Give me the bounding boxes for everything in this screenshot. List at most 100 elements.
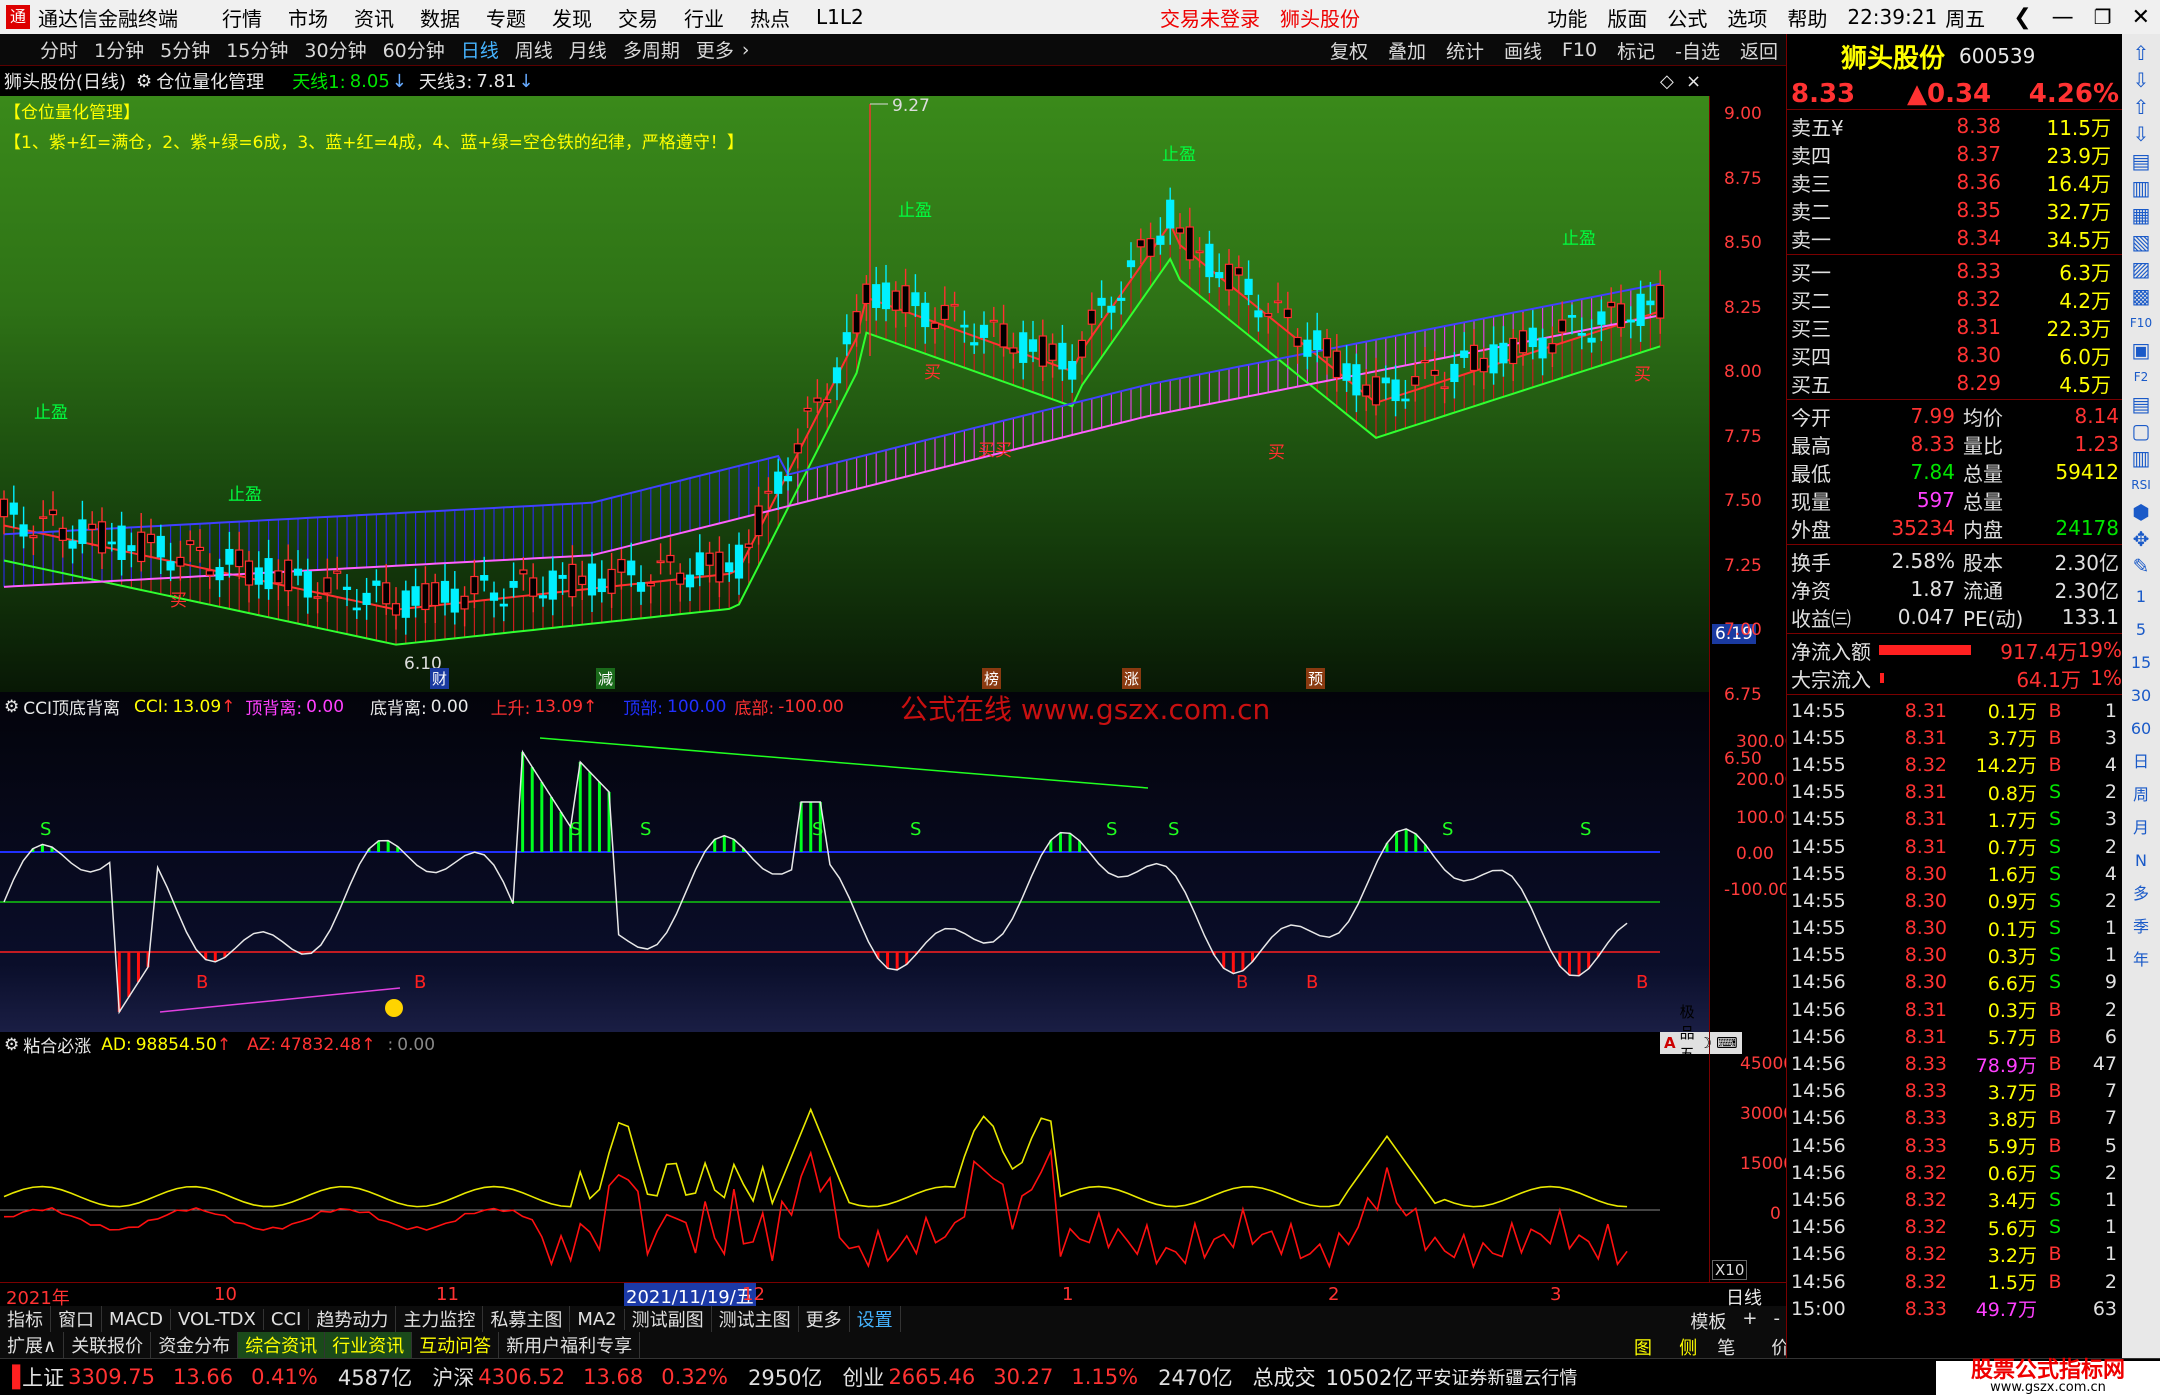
- period-shortcut[interactable]: 月: [2133, 811, 2149, 844]
- toolbar-icon[interactable]: ▨: [2132, 256, 2151, 283]
- toolbar-icon[interactable]: RSI: [2131, 472, 2151, 499]
- tick-list[interactable]: 14:55 8.31 0.1万 B 1 14:55 8.31 3.7万 B 3 14:55 8.32 1…: [1787, 695, 2122, 1322]
- event-flag[interactable]: 涨: [1122, 668, 1142, 689]
- period-shortcut[interactable]: 年: [2133, 943, 2149, 976]
- period-1min[interactable]: 1分钟: [94, 36, 144, 63]
- tool-mark[interactable]: 标记: [1617, 37, 1655, 64]
- period-shortcut[interactable]: 30: [2131, 679, 2151, 712]
- toolbar-icon[interactable]: ▥: [2132, 175, 2151, 202]
- broker-name[interactable]: 平安证券新疆云行情: [1415, 1364, 1577, 1390]
- period-shortcut[interactable]: 周: [2133, 778, 2149, 811]
- kline-chart[interactable]: 【仓位量化管理】 【1、紫+红=满仓，2、紫+绿=6成，3、蓝+红=4成，4、蓝…: [0, 96, 1762, 769]
- ad-panel[interactable]: ⚙ 粘合必涨 AD: 98854.50 ↑ AZ: 47832.48 ↑ : 0…: [0, 1003, 1794, 1290]
- indicator-tab[interactable]: 窗口: [51, 1306, 102, 1332]
- chevron-right-icon[interactable]: ›: [742, 39, 750, 61]
- period-shortcut[interactable]: 5: [2136, 613, 2146, 646]
- menu-discover[interactable]: 发现: [552, 3, 592, 32]
- period-shortcut[interactable]: 多: [2133, 877, 2149, 910]
- indicator-tab[interactable]: 设置: [850, 1306, 901, 1332]
- toolbar-icon[interactable]: ✥: [2133, 526, 2150, 553]
- cci-panel[interactable]: ⚙ CCI顶底背离 CCI: 13.09 ↑ 顶背离: 0.00 底背离: 0.…: [0, 692, 1795, 1032]
- toolbar-icon[interactable]: ▦: [2132, 202, 2151, 229]
- tick-row[interactable]: 14:55 8.31 0.1万 B 1: [1787, 697, 2122, 724]
- indicator-tab[interactable]: 测试副图: [625, 1306, 712, 1332]
- tick-row[interactable]: 14:55 8.30 0.9万 S 2: [1787, 887, 2122, 914]
- book-row[interactable]: 卖四 8.37 23.9万: [1787, 140, 2122, 168]
- tick-row[interactable]: 14:56 8.32 5.6万 S 1: [1787, 1214, 2122, 1241]
- tick-row[interactable]: 14:56 8.33 3.7万 B 7: [1787, 1078, 2122, 1105]
- extension-tab[interactable]: 行业资讯: [325, 1332, 413, 1358]
- period-shortcut[interactable]: 日: [2133, 745, 2149, 778]
- book-row[interactable]: 买三 8.31 22.3万: [1787, 313, 2122, 341]
- toolbar-icon[interactable]: ⇧: [2133, 94, 2150, 121]
- period-multi[interactable]: 多周期: [623, 36, 680, 63]
- book-row[interactable]: 买五 8.29 4.5万: [1787, 369, 2122, 397]
- toolbar-icon[interactable]: ▣: [2132, 337, 2151, 364]
- tool-stats[interactable]: 统计: [1446, 37, 1484, 64]
- period-15min[interactable]: 15分钟: [226, 36, 288, 63]
- extension-tab[interactable]: 关联报价: [64, 1332, 152, 1358]
- formula-gear-icon[interactable]: ⚙: [136, 71, 152, 92]
- tick-row[interactable]: 14:56 8.32 1.5万 B 2: [1787, 1268, 2122, 1295]
- toolbar-icon[interactable]: ⇩: [2133, 67, 2150, 94]
- template-tool[interactable]: +: [1742, 1308, 1757, 1334]
- tick-row[interactable]: 14:56 8.32 3.2万 B 1: [1787, 1241, 2122, 1268]
- period-daily[interactable]: 日线: [461, 36, 499, 63]
- menu-hot[interactable]: 热点: [750, 3, 790, 32]
- period-weekly[interactable]: 周线: [515, 36, 553, 63]
- tick-row[interactable]: 14:56 8.33 3.8万 B 7: [1787, 1105, 2122, 1132]
- close-icon[interactable]: ✕: [2132, 5, 2150, 30]
- menu-help[interactable]: 帮助: [1787, 3, 1827, 32]
- tool-f10[interactable]: F10: [1562, 39, 1597, 61]
- indicator-tab[interactable]: MA2: [570, 1308, 625, 1330]
- toolbar-icon[interactable]: F10: [2130, 310, 2152, 337]
- tick-row[interactable]: 14:55 8.30 1.6万 S 4: [1787, 860, 2122, 887]
- event-flag[interactable]: 预: [1306, 668, 1326, 689]
- toolbar-icon[interactable]: ▤: [2132, 391, 2151, 418]
- event-flag[interactable]: 榜: [982, 668, 1002, 689]
- period-shortcut[interactable]: N: [2135, 844, 2147, 877]
- minimize-icon[interactable]: —: [2052, 5, 2074, 30]
- ime-keyboard-icon[interactable]: ⌨: [1716, 1034, 1738, 1052]
- tick-row[interactable]: 14:56 8.31 5.7万 B 6: [1787, 1023, 2122, 1050]
- indicator-tab[interactable]: 私募主图: [483, 1306, 571, 1332]
- period-more[interactable]: 更多: [696, 36, 734, 63]
- kline-svg[interactable]: [0, 96, 1710, 692]
- stock-name-link[interactable]: 狮头股份: [1280, 3, 1360, 32]
- tick-row[interactable]: 14:56 8.33 78.9万 B 47: [1787, 1050, 2122, 1077]
- tick-row[interactable]: 14:55 8.31 1.7万 S 3: [1787, 806, 2122, 833]
- tick-row[interactable]: 14:55 8.31 3.7万 B 3: [1787, 724, 2122, 751]
- tick-row[interactable]: 14:56 8.31 0.3万 B 2: [1787, 996, 2122, 1023]
- tick-row[interactable]: 15:00 8.33 49.7万 63: [1787, 1295, 2122, 1322]
- template-tool[interactable]: -: [1774, 1308, 1781, 1334]
- tick-row[interactable]: 14:56 8.33 5.9万 B 5: [1787, 1132, 2122, 1159]
- close-pane-icon[interactable]: ×: [1686, 71, 1701, 92]
- ad-svg[interactable]: [0, 1032, 1710, 1282]
- tool-fuquan[interactable]: 复权: [1330, 37, 1368, 64]
- tool-draw[interactable]: 画线: [1504, 37, 1542, 64]
- menu-trade[interactable]: 交易: [618, 3, 658, 32]
- tick-row[interactable]: 14:56 8.30 6.6万 S 9: [1787, 969, 2122, 996]
- book-row[interactable]: 买四 8.30 6.0万: [1787, 341, 2122, 369]
- menu-market[interactable]: 市场: [288, 3, 328, 32]
- tick-row[interactable]: 14:55 8.32 14.2万 B 4: [1787, 751, 2122, 778]
- period-fenshi[interactable]: 分时: [40, 36, 78, 63]
- menu-formula[interactable]: 公式: [1667, 3, 1707, 32]
- menu-data[interactable]: 数据: [420, 3, 460, 32]
- index-name[interactable]: 创业: [842, 1362, 884, 1392]
- toolbar-icon[interactable]: ⇩: [2133, 121, 2150, 148]
- tick-row[interactable]: 14:55 8.30 0.3万 S 1: [1787, 942, 2122, 969]
- toolbar-icon[interactable]: ✎: [2133, 553, 2150, 580]
- event-flag[interactable]: 财: [430, 668, 450, 689]
- toolbar-icon[interactable]: ⬢: [2132, 499, 2149, 526]
- period-60min[interactable]: 60分钟: [383, 36, 445, 63]
- toolbar-icon[interactable]: ▢: [2132, 418, 2151, 445]
- toolbar-icon[interactable]: ▧: [2132, 229, 2151, 256]
- template-tool[interactable]: 模板: [1690, 1308, 1726, 1334]
- menu-layout[interactable]: 版面: [1607, 3, 1647, 32]
- period-5min[interactable]: 5分钟: [160, 36, 210, 63]
- menu-function[interactable]: 功能: [1547, 3, 1587, 32]
- menu-industry[interactable]: 行业: [684, 3, 724, 32]
- indicator-tab[interactable]: 主力监控: [396, 1306, 484, 1332]
- indicator-tab[interactable]: 指标: [0, 1306, 51, 1332]
